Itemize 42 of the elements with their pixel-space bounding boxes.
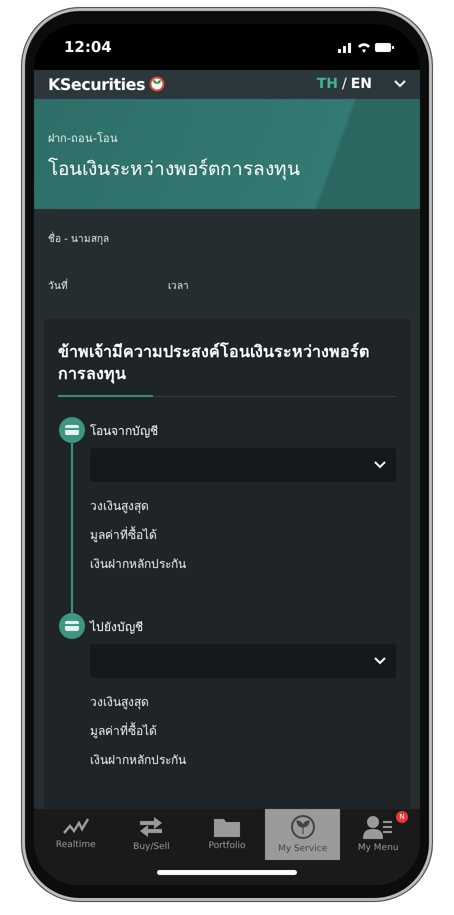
- account-info-label: วงเงินสูงสุด: [90, 694, 150, 711]
- date-label: วันที่: [48, 278, 68, 293]
- status-icons: [338, 40, 394, 53]
- nav-tab[interactable]: Realtime: [38, 808, 114, 860]
- brand-name: KSecurities: [48, 74, 146, 94]
- logo-icon: [149, 76, 166, 92]
- folder-icon: [214, 817, 240, 838]
- transfer-arrows-icon: [138, 816, 164, 838]
- account-select[interactable]: [90, 448, 396, 482]
- nav-label: My Service: [278, 844, 328, 854]
- card-icon: [65, 424, 79, 435]
- line-chart-icon: [62, 818, 89, 836]
- account-info-label: เงินฝากหลักประกัน: [90, 752, 187, 769]
- card-title: ข้าพเจ้ามีความประสงค์โอนเงินระหว่างพอร์ตการลงทุน: [58, 340, 370, 386]
- language-separator: /: [342, 76, 347, 92]
- chevron-down-icon: [374, 656, 386, 665]
- account-info-label: มูลค่าที่ซื้อได้: [90, 525, 158, 544]
- name-label: ชื่อ - นามสกุล: [48, 230, 110, 246]
- chevron-down-icon: [394, 80, 406, 88]
- account-info-label: มูลค่าที่ซื้อได้: [90, 721, 158, 740]
- nav-tab[interactable]: Buy/Sell: [114, 808, 190, 860]
- user-menu-icon: [363, 815, 394, 840]
- sprout-icon: [290, 814, 316, 840]
- nav-label: Portfolio: [208, 841, 246, 852]
- account-select[interactable]: [90, 644, 396, 678]
- breadcrumb: ฝาก-ถอน-โอน: [48, 130, 119, 147]
- language-option[interactable]: TH: [316, 76, 338, 92]
- nav-tab[interactable]: My Service: [264, 808, 340, 860]
- nav-label: Realtime: [56, 840, 96, 850]
- page-title: โอนเงินระหว่างพอร์ตการลงทุน: [48, 156, 301, 182]
- nav-tab[interactable]: Portfolio: [189, 808, 265, 860]
- account-label: โอนจากบัญชี: [90, 422, 159, 440]
- nav-label: My Menu: [358, 843, 398, 854]
- status-time: 12:04: [64, 38, 112, 56]
- card-icon: [65, 620, 79, 631]
- account-info-label: วงเงินสูงสุด: [90, 498, 150, 515]
- language-option[interactable]: EN: [350, 76, 372, 92]
- account-label: ไปยังบัญชี: [90, 618, 144, 636]
- account-info-label: เงินฝากหลักประกัน: [90, 556, 187, 573]
- time-label: เวลา: [168, 280, 189, 293]
- nav-label: Buy/Sell: [133, 842, 170, 852]
- chevron-down-icon: [374, 460, 386, 469]
